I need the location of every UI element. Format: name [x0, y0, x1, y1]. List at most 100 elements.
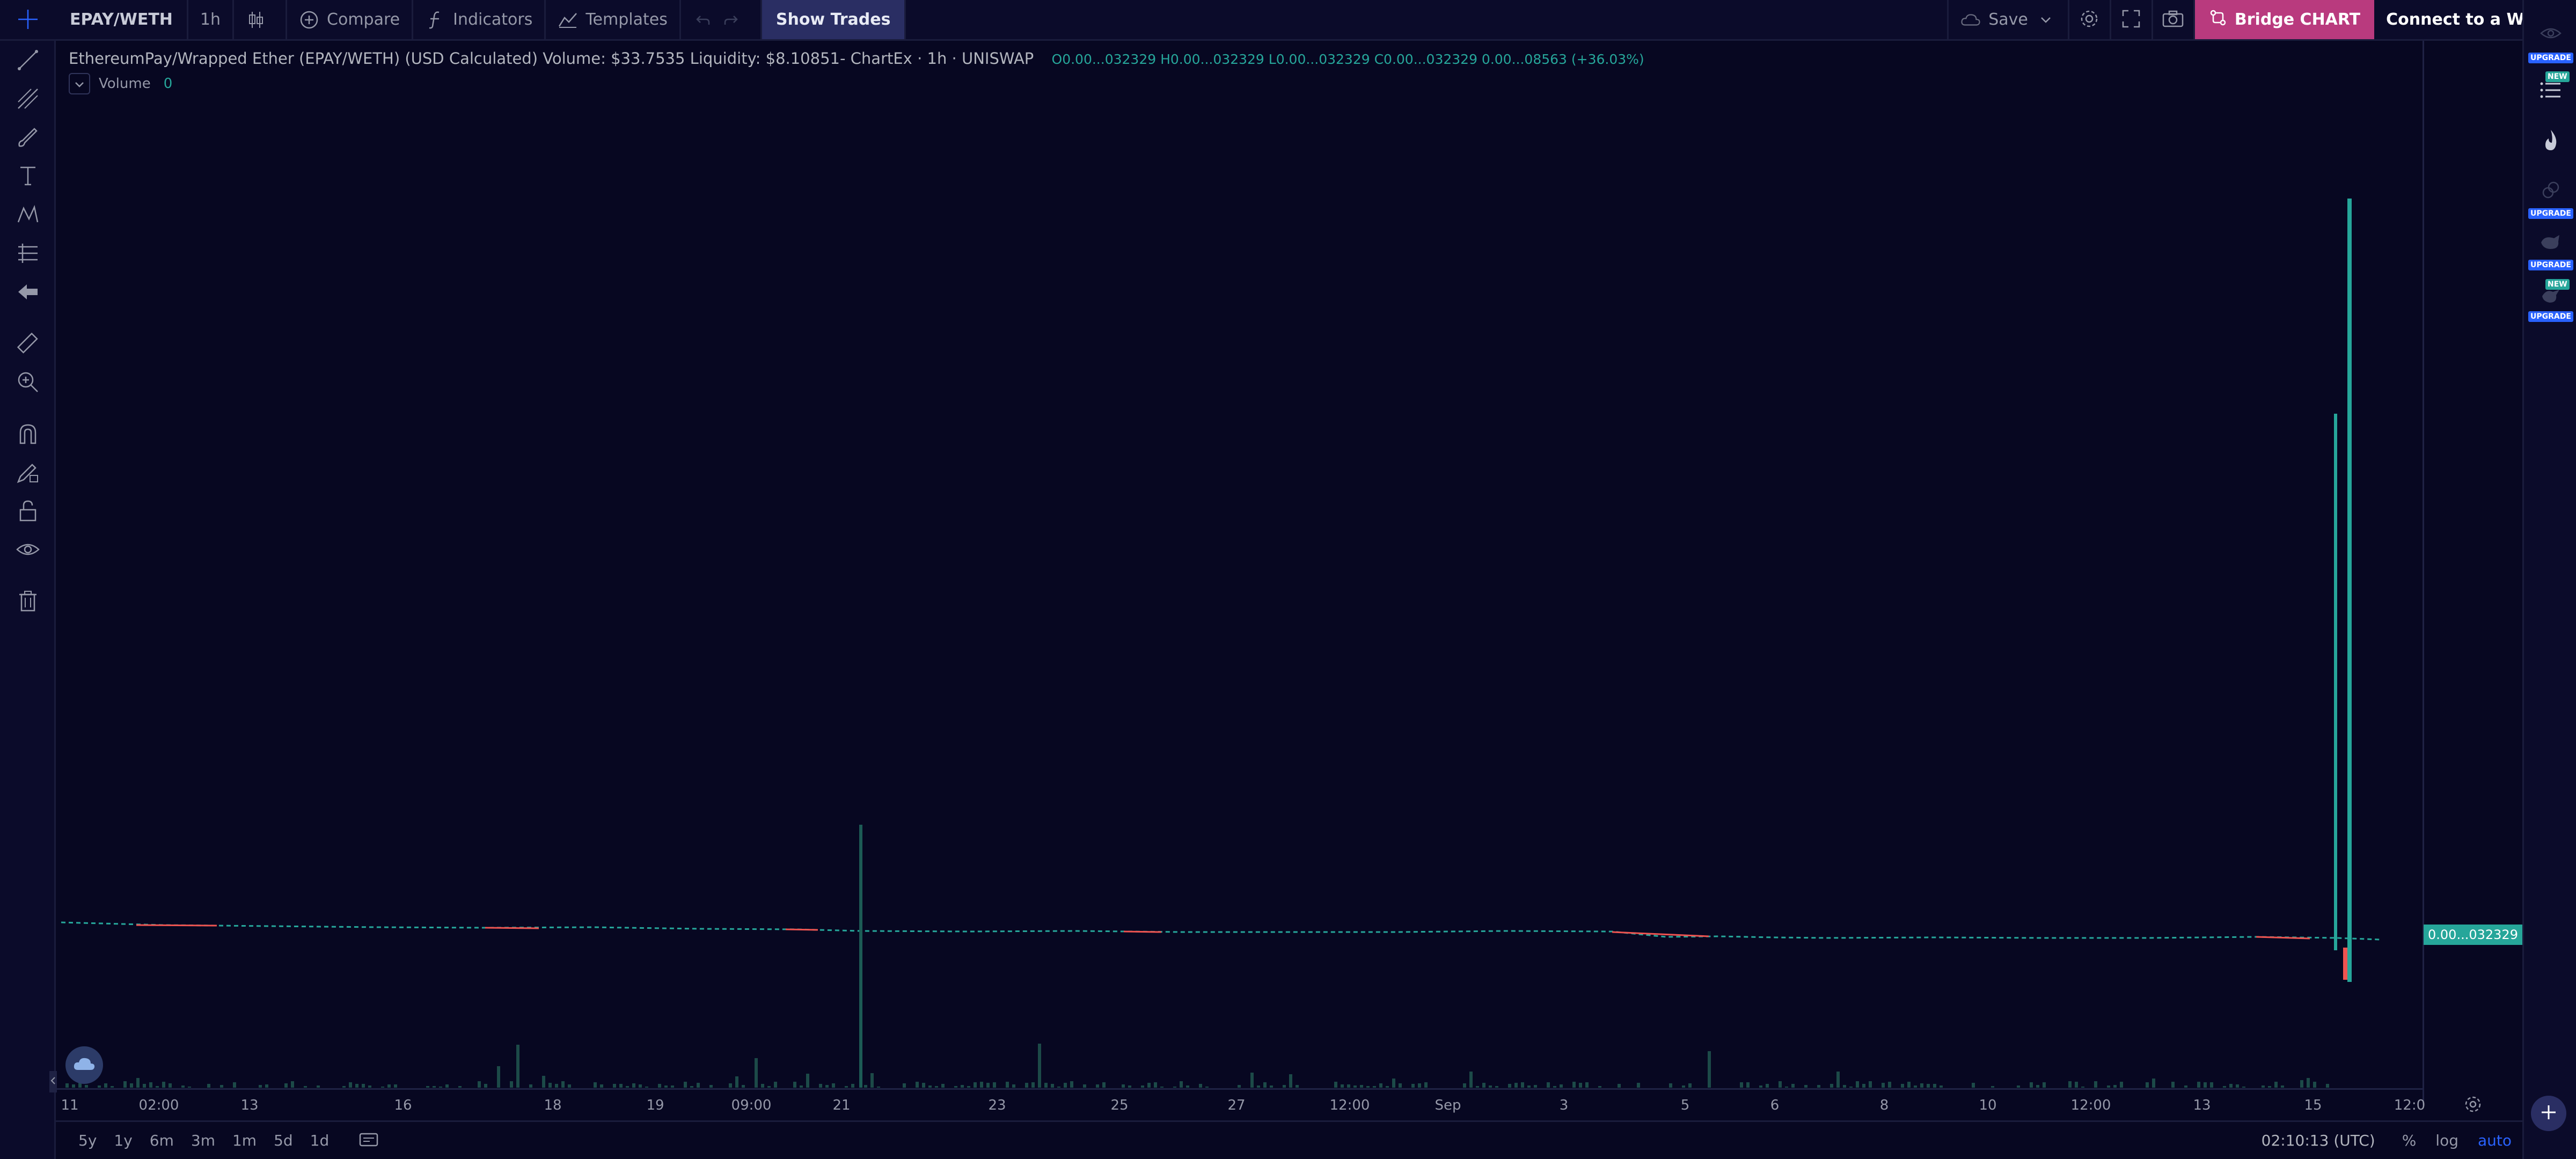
bridge-label: Bridge CHART: [2234, 10, 2361, 29]
goto-date-icon[interactable]: [359, 1132, 378, 1150]
pattern-tool[interactable]: [15, 203, 41, 229]
volume-bar: [529, 1084, 532, 1088]
price-scale[interactable]: [2423, 41, 2522, 1105]
range-button-5y[interactable]: 5y: [70, 1132, 105, 1149]
time-tick: 09:00: [731, 1097, 772, 1113]
upgrade-badge[interactable]: UPGRADE: [2528, 208, 2573, 219]
volume-bar: [632, 1083, 635, 1088]
remove-drawings-tool[interactable]: [15, 589, 41, 615]
volume-bar: [755, 1058, 758, 1088]
spike-candle: [2347, 199, 2352, 982]
range-button-1m[interactable]: 1m: [224, 1132, 265, 1149]
zoom-tool[interactable]: [15, 370, 41, 396]
volume-bar: [2281, 1085, 2284, 1088]
volume-bar: [1141, 1085, 1144, 1088]
fullscreen-icon: [2122, 10, 2140, 30]
time-tick: 02:00: [138, 1097, 179, 1113]
crosshair-tool[interactable]: [0, 0, 56, 41]
time-axis[interactable]: 11 02:00 13 16 18 19 09:00 21 23 25 27 12:00 Sep 3 5 6 8…: [56, 1088, 2425, 1120]
brush-tool[interactable]: [15, 126, 41, 151]
chart-type-button[interactable]: [234, 0, 288, 39]
utc-clock[interactable]: 02:10:13 (UTC): [2262, 1132, 2375, 1149]
volume-bar: [143, 1084, 146, 1088]
chart-pane[interactable]: [56, 41, 2522, 1105]
show-trades-label: Show Trades: [775, 10, 891, 29]
range-button-5d[interactable]: 5d: [265, 1132, 302, 1149]
lock-drawings-tool[interactable]: [15, 499, 41, 525]
trendline-tool[interactable]: [15, 48, 41, 74]
volume-bar: [1083, 1084, 1086, 1088]
save-button[interactable]: Save: [1949, 0, 2069, 39]
scroll-left-handle[interactable]: [49, 1071, 57, 1092]
volume-bar: [1186, 1085, 1189, 1088]
volume-bar: [1791, 1084, 1795, 1088]
volume-bar: [2017, 1085, 2020, 1088]
volume-bar: [1688, 1083, 1692, 1088]
eye-icon[interactable]: [2540, 27, 2562, 42]
volume-bar: [111, 1086, 114, 1088]
show-trades-button[interactable]: Show Trades: [762, 0, 906, 39]
back-tool[interactable]: [15, 280, 41, 306]
bridge-chart-button[interactable]: Bridge CHART: [2194, 0, 2375, 39]
volume-bar: [2081, 1087, 2084, 1088]
volume-bar: [1836, 1072, 1840, 1088]
add-widget-button[interactable]: [2531, 1096, 2566, 1131]
chartex-logo-button[interactable]: [65, 1046, 103, 1084]
compare-button[interactable]: Compare: [287, 0, 414, 39]
time-axis-settings-icon[interactable]: [2463, 1095, 2483, 1116]
range-button-3m[interactable]: 3m: [182, 1132, 224, 1149]
trash-icon: [16, 589, 40, 615]
range-button-1d[interactable]: 1d: [302, 1132, 338, 1149]
volume-bar: [1392, 1079, 1395, 1088]
plus-circle-icon: [299, 10, 319, 30]
range-button-6m[interactable]: 6m: [141, 1132, 182, 1149]
fib-tool[interactable]: [15, 87, 41, 113]
volume-bar: [1914, 1085, 1917, 1088]
price-line-down-segments: [1612, 931, 1709, 937]
fullscreen-button[interactable]: [2111, 0, 2153, 39]
redo-icon[interactable]: [721, 10, 741, 30]
volume-bar: [2075, 1082, 2078, 1088]
prediction-tool[interactable]: [15, 241, 41, 267]
volume-bar: [1296, 1085, 1299, 1088]
settings-button[interactable]: [2069, 0, 2111, 39]
watchlist-icon[interactable]: [2540, 80, 2562, 102]
collapse-legend-button[interactable]: [69, 73, 90, 94]
whale-icon[interactable]: [2540, 233, 2562, 253]
volume-bar: [967, 1086, 970, 1088]
bird-icon[interactable]: [2541, 288, 2560, 307]
volume-bar: [1991, 1086, 1994, 1088]
magnet-icon: [16, 422, 40, 448]
ruler-tool[interactable]: [15, 332, 41, 357]
volume-bar: [181, 1085, 185, 1088]
interval-button[interactable]: 1h: [188, 0, 235, 39]
magnet-tool[interactable]: [15, 422, 41, 448]
percent-toggle[interactable]: %: [2402, 1132, 2417, 1149]
screenshot-button[interactable]: [2153, 0, 2195, 39]
indicators-button[interactable]: Indicators: [413, 0, 546, 39]
templates-button[interactable]: Templates: [546, 0, 681, 39]
volume-bar: [2197, 1082, 2200, 1088]
volume-bar: [2223, 1086, 2226, 1088]
upgrade-badge[interactable]: UPGRADE: [2528, 311, 2573, 322]
link-icon[interactable]: [2541, 180, 2560, 202]
text-tool[interactable]: [15, 164, 41, 190]
time-tick: 23: [988, 1097, 1006, 1113]
fire-icon[interactable]: [2541, 129, 2560, 153]
volume-bar: [1598, 1086, 1601, 1088]
log-toggle[interactable]: log: [2435, 1132, 2458, 1149]
upgrade-badge[interactable]: UPGRADE: [2528, 53, 2573, 63]
trendline-icon: [16, 48, 40, 74]
volume-bar: [1682, 1085, 1685, 1088]
upgrade-badge[interactable]: UPGRADE: [2528, 260, 2573, 270]
time-tick: 13: [240, 1097, 259, 1113]
volume-bar: [877, 1087, 880, 1088]
volume-bar: [2068, 1081, 2072, 1088]
hide-drawings-tool[interactable]: [15, 538, 41, 563]
indicators-label: Indicators: [453, 10, 533, 29]
undo-icon[interactable]: [693, 10, 713, 30]
range-button-1y[interactable]: 1y: [105, 1132, 141, 1149]
volume-bar: [735, 1076, 738, 1088]
keep-drawing-tool[interactable]: [15, 460, 41, 486]
auto-toggle[interactable]: auto: [2478, 1132, 2512, 1149]
